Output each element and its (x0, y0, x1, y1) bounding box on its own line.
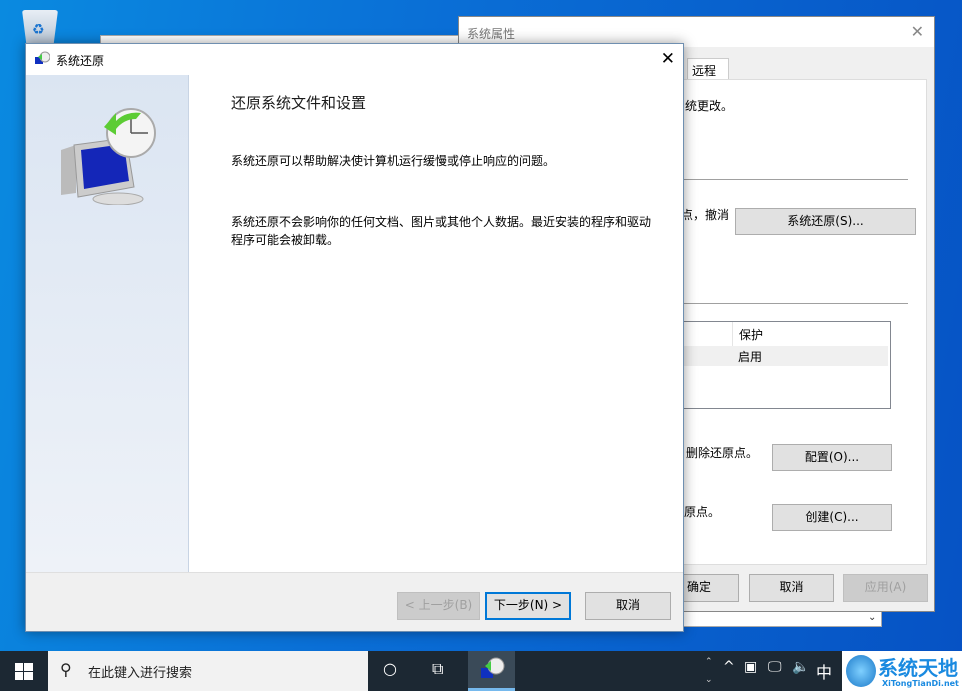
watermark-url: XiTongTianDi.net (882, 679, 959, 688)
ime-indicator[interactable]: 中 (816, 659, 832, 683)
logo-icon (846, 655, 876, 687)
list-row[interactable]: 启用 (682, 346, 888, 366)
search-icon: ⚲ (60, 660, 72, 679)
system-restore-icon (481, 657, 505, 678)
apply-button: 应用(A) (843, 574, 928, 602)
close-icon[interactable]: ✕ (911, 22, 924, 41)
watermark-logo: 系统天地 XiTongTianDi.net (842, 651, 962, 691)
windows-start-icon[interactable] (15, 663, 33, 680)
cancel-button[interactable]: 取消 (585, 592, 671, 620)
cortana-icon[interactable]: ○ (383, 659, 397, 678)
tab-remote[interactable]: 远程 (687, 58, 729, 80)
system-restore-button[interactable]: 系统还原(S)... (735, 208, 916, 235)
wizard-footer: < 上一步(B) 下一步(N) > 取消 (26, 572, 683, 631)
description: 系统还原不会影响你的任何文档、图片或其他个人数据。最近安装的程序和驱动程序可能会… (231, 215, 652, 247)
task-view-icon[interactable]: ⧉ (432, 659, 443, 679)
window-title: 系统还原 (56, 54, 105, 68)
text: 点，撤消 (681, 208, 730, 222)
chevron-down-icon[interactable]: ⌄ (868, 612, 876, 623)
search-placeholder: 在此键入进行搜索 (88, 666, 193, 681)
configure-button[interactable]: 配置(O)... (772, 444, 892, 471)
drives-list[interactable]: 保护 启用 (681, 321, 891, 409)
column-header-protection[interactable]: 保护 (732, 322, 890, 346)
restore-computer-illustration-icon (61, 108, 156, 205)
system-restore-icon (34, 51, 51, 67)
taskbar: ⚲ 在此键入进行搜索 ○ ⧉ ⌃ ⌄ ^ ▣ 🖵 🔈 中 系统天地 XiTongT… (0, 651, 962, 691)
watermark-text: 系统天地 (878, 656, 958, 680)
text: 统更改。 (685, 99, 734, 113)
text: 删除还原点。 (686, 446, 759, 460)
cancel-button[interactable]: 取消 (749, 574, 834, 602)
create-button[interactable]: 创建(C)... (772, 504, 892, 531)
volume-icon[interactable]: 🔈 (792, 659, 809, 675)
side-panel (26, 75, 189, 572)
taskbar-app-system-restore[interactable] (468, 651, 515, 691)
next-button[interactable]: 下一步(N) > (485, 592, 571, 620)
show-hidden-icons-icon[interactable]: ^ (723, 659, 735, 675)
network-icon[interactable]: 🖵 (768, 659, 782, 675)
search-box[interactable]: ⚲ 在此键入进行搜索 (48, 651, 368, 691)
description: 系统还原可以帮助解决使计算机运行缓慢或停止响应的问题。 (231, 154, 556, 168)
security-icon[interactable]: ▣ (744, 659, 757, 675)
recycle-bin-icon[interactable]: ♻ (22, 10, 58, 44)
system-restore-wizard: 系统还原 ✕ 还原系统文件和设置 系统还原可以帮助解决使计算机运行缓慢或停止响应… (25, 43, 684, 632)
page-heading: 还原系统文件和设置 (231, 94, 367, 112)
text: 原点。 (684, 505, 721, 519)
back-button: < 上一步(B) (397, 592, 480, 620)
divider (681, 179, 908, 180)
divider (681, 303, 908, 304)
close-icon[interactable]: ✕ (661, 49, 675, 69)
scroll-arrows-icon[interactable]: ⌃ ⌄ (705, 653, 713, 689)
